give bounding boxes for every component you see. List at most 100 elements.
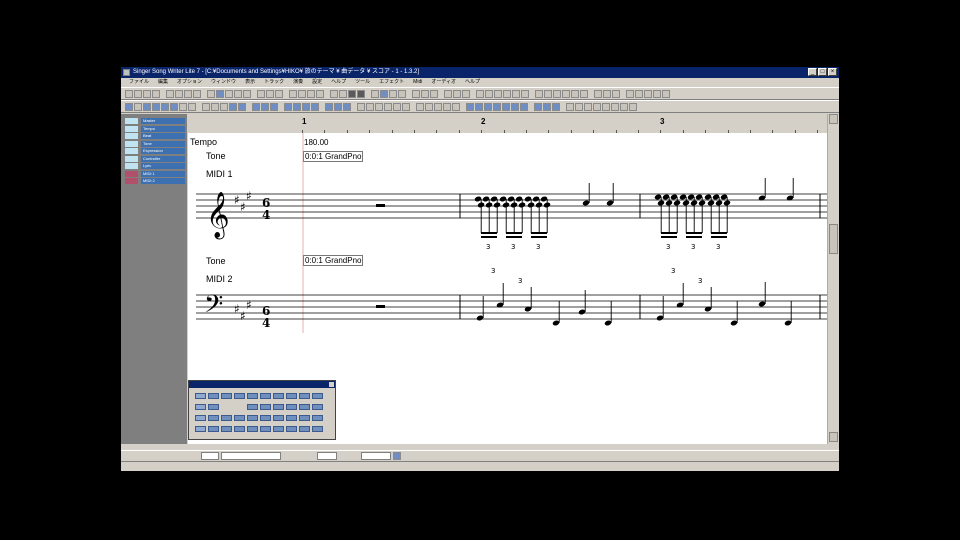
menu-item[interactable]: Midi — [413, 79, 422, 85]
toolbar-button[interactable] — [575, 103, 583, 111]
palette-note-button[interactable] — [208, 404, 219, 410]
toolbar-button[interactable] — [252, 103, 260, 111]
toolbar-button[interactable] — [325, 103, 333, 111]
toolbar-button[interactable] — [544, 90, 552, 98]
toolbar-button[interactable] — [334, 103, 342, 111]
palette-note-button[interactable] — [208, 426, 219, 432]
toolbar-button[interactable] — [275, 90, 283, 98]
toolbar-button[interactable] — [635, 90, 643, 98]
toolbar-button[interactable] — [580, 90, 588, 98]
toolbar-button[interactable] — [662, 90, 670, 98]
toolbar-button[interactable] — [443, 103, 451, 111]
toolbar-button[interactable] — [644, 90, 652, 98]
menu-item[interactable]: 表示 — [245, 79, 255, 85]
zoom-field[interactable] — [201, 452, 219, 460]
toolbar-button[interactable] — [234, 90, 242, 98]
menu-item[interactable]: 設定 — [312, 79, 322, 85]
palette-note-button[interactable] — [195, 393, 206, 399]
toolbar-button[interactable] — [535, 90, 543, 98]
toolbar-button[interactable] — [270, 103, 278, 111]
palette-note-button[interactable] — [286, 404, 297, 410]
toolbar-button[interactable] — [307, 90, 315, 98]
toolbar-button[interactable] — [357, 103, 365, 111]
measure-ruler[interactable]: 1 2 3 — [187, 115, 827, 133]
toolbar-button[interactable] — [143, 90, 151, 98]
track-row[interactable]: Controller — [125, 155, 185, 162]
palette-note-button[interactable] — [299, 415, 310, 421]
toolbar-button[interactable] — [343, 103, 351, 111]
toolbar-button[interactable] — [311, 103, 319, 111]
palette-note-button[interactable] — [273, 393, 284, 399]
palette-note-button[interactable] — [208, 415, 219, 421]
toolbar-button[interactable] — [593, 103, 601, 111]
toolbar-button[interactable] — [512, 90, 520, 98]
menu-item[interactable]: ヘルプ — [465, 79, 480, 85]
toolbar-button[interactable] — [220, 103, 228, 111]
menu-item[interactable]: ファイル — [129, 79, 149, 85]
toolbar-button[interactable] — [594, 90, 602, 98]
toolbar-button[interactable] — [371, 90, 379, 98]
palette-note-button[interactable] — [260, 426, 271, 432]
toolbar-button[interactable] — [612, 90, 620, 98]
toolbar-button[interactable] — [611, 103, 619, 111]
toolbar-button[interactable] — [602, 103, 610, 111]
toolbar-button[interactable] — [462, 90, 470, 98]
toolbar-button[interactable] — [475, 103, 483, 111]
palette-note-button[interactable] — [195, 415, 206, 421]
maximize-button[interactable]: □ — [818, 68, 827, 76]
toolbar-button[interactable] — [425, 103, 433, 111]
toolbar-button[interactable] — [484, 103, 492, 111]
toolbar-button[interactable] — [125, 103, 133, 111]
toolbar-button[interactable] — [629, 103, 637, 111]
toolbar-button[interactable] — [348, 90, 356, 98]
toolbar-button[interactable] — [566, 103, 574, 111]
toolbar-button[interactable] — [430, 90, 438, 98]
palette-note-button[interactable] — [273, 426, 284, 432]
toolbar-button[interactable] — [134, 103, 142, 111]
toolbar-button[interactable] — [161, 103, 169, 111]
toolbar-button[interactable] — [152, 90, 160, 98]
toolbar-button[interactable] — [134, 90, 142, 98]
track-row[interactable]: Lyric — [125, 163, 185, 169]
toolbar-button[interactable] — [503, 90, 511, 98]
palette-note-button[interactable] — [221, 415, 232, 421]
toolbar-button[interactable] — [261, 103, 269, 111]
toolbar-button[interactable] — [584, 103, 592, 111]
vertical-scrollbar[interactable] — [827, 114, 839, 444]
toolbar-button[interactable] — [552, 103, 560, 111]
toolbar-button[interactable] — [193, 90, 201, 98]
palette-note-button[interactable] — [312, 404, 323, 410]
toolbar-button[interactable] — [284, 103, 292, 111]
palette-note-button[interactable] — [208, 393, 219, 399]
toolbar-button[interactable] — [188, 103, 196, 111]
toolbar-button[interactable] — [302, 103, 310, 111]
close-button[interactable]: × — [828, 68, 837, 76]
app-icon[interactable] — [123, 69, 130, 76]
toolbar-button[interactable] — [366, 103, 374, 111]
toolbar-button[interactable] — [476, 90, 484, 98]
palette-note-button[interactable] — [195, 426, 206, 432]
toolbar-button[interactable] — [511, 103, 519, 111]
toolbar-button[interactable] — [339, 90, 347, 98]
menu-item[interactable]: 演奏 — [293, 79, 303, 85]
minimize-button[interactable]: _ — [808, 68, 817, 76]
toolbar-button[interactable] — [375, 103, 383, 111]
toolbar-button[interactable] — [380, 90, 388, 98]
toolbar-button[interactable] — [266, 90, 274, 98]
menu-item[interactable]: エフェクト — [379, 79, 404, 85]
palette-note-button[interactable] — [247, 393, 258, 399]
scroll-down-button[interactable] — [829, 432, 838, 442]
toolbar-button[interactable] — [152, 103, 160, 111]
palette-note-button[interactable] — [260, 415, 271, 421]
toolbar-button[interactable] — [211, 103, 219, 111]
toolbar-button[interactable] — [166, 90, 174, 98]
toolbar-button[interactable] — [416, 103, 424, 111]
toolbar-button[interactable] — [225, 90, 233, 98]
palette-note-button[interactable] — [260, 404, 271, 410]
toolbar-button[interactable] — [412, 90, 420, 98]
menu-item[interactable]: 編集 — [158, 79, 168, 85]
toolbar-button[interactable] — [243, 90, 251, 98]
menu-item[interactable]: トラック — [264, 79, 284, 85]
palette-note-button[interactable] — [286, 393, 297, 399]
palette-note-button[interactable] — [260, 393, 271, 399]
